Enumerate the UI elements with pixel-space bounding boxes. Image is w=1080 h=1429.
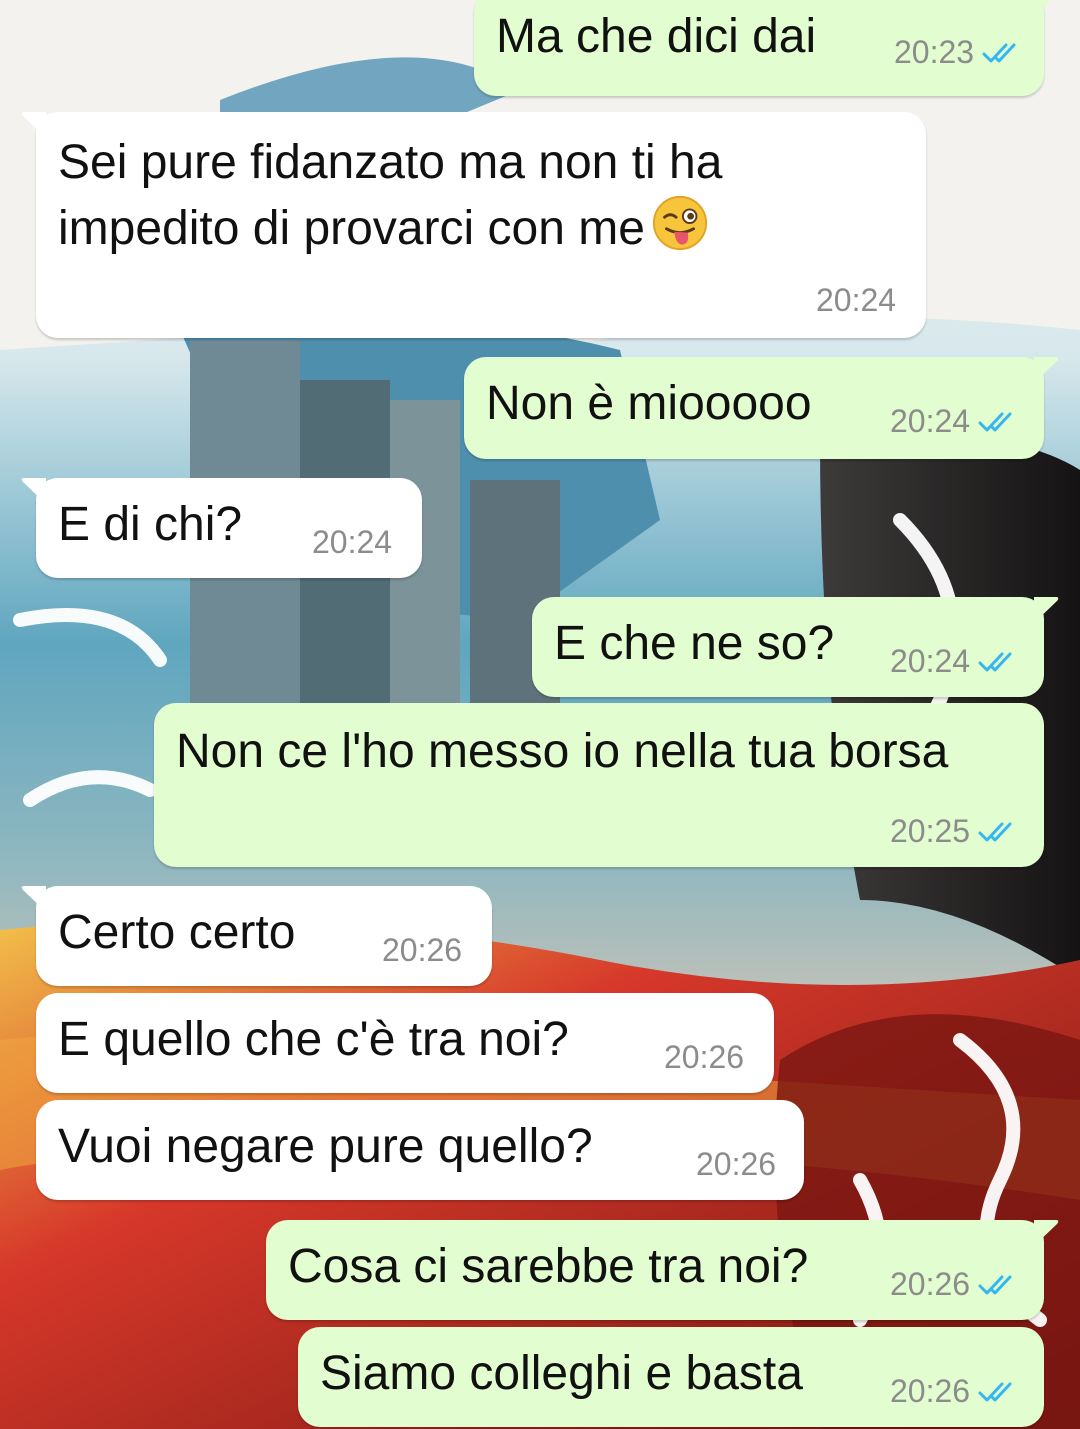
message-text: Ma che dici dai xyxy=(496,10,817,63)
message-text: Siamo colleghi e basta xyxy=(320,1347,803,1400)
read-ticks-icon xyxy=(982,43,1016,62)
outgoing-message-bubble[interactable]: Non ce l'ho messo io nella tua borsa 20:2… xyxy=(154,703,1044,867)
message-text: Certo certo xyxy=(58,906,296,959)
incoming-message-bubble[interactable]: E di chi? 20:24 xyxy=(21,478,422,578)
message-meta: 20:26 xyxy=(664,1039,744,1076)
message-timestamp: 20:24 xyxy=(890,403,971,439)
message-text: Non è miooooo xyxy=(486,377,812,430)
message-text: E di chi? xyxy=(58,498,243,551)
message-meta: 20:26 xyxy=(890,1373,1018,1410)
message-timestamp: 20:26 xyxy=(664,1039,745,1075)
message-meta: 20:25 xyxy=(890,813,1018,850)
message-text: Cosa ci sarebbe tra noi? xyxy=(288,1240,809,1293)
message-timestamp: 20:26 xyxy=(890,1266,971,1302)
message-meta: 20:24 xyxy=(890,643,1018,680)
message-timestamp: 20:24 xyxy=(816,282,897,318)
read-ticks-icon xyxy=(978,1275,1012,1294)
incoming-message-bubble[interactable]: Vuoi negare pure quello? 20:26 xyxy=(36,1100,804,1200)
message-timestamp: 20:24 xyxy=(890,643,971,679)
message-timestamp: 20:25 xyxy=(890,813,971,849)
incoming-message-bubble[interactable]: Sei pure fidanzato ma non ti ha impedito … xyxy=(21,112,926,338)
read-ticks-icon xyxy=(978,652,1012,671)
message-meta: 20:24 xyxy=(816,282,896,319)
outgoing-message-bubble[interactable]: Ma che dici dai 20:23 xyxy=(474,0,1051,96)
message-text: E quello che c'è tra noi? xyxy=(58,1013,569,1066)
message-text: impedito di provarci con me xyxy=(58,194,709,260)
message-meta: 20:24 xyxy=(312,524,392,561)
incoming-message-bubble[interactable]: Certo certo 20:26 xyxy=(21,886,492,986)
read-ticks-icon xyxy=(978,822,1012,841)
message-meta: 20:26 xyxy=(890,1266,1018,1303)
message-text: E che ne so? xyxy=(554,617,835,670)
winking-face-with-tongue-emoji xyxy=(652,195,707,251)
message-text: Sei pure fidanzato ma non ti ha xyxy=(58,136,723,189)
outgoing-message-bubble[interactable]: Cosa ci sarebbe tra noi? 20:26 xyxy=(266,1220,1059,1320)
message-text: Non ce l'ho messo io nella tua borsa xyxy=(176,725,949,778)
message-timestamp: 20:23 xyxy=(894,34,975,70)
outgoing-message-bubble[interactable]: Non è miooooo 20:24 xyxy=(464,357,1059,459)
outgoing-message-bubble[interactable]: E che ne so? 20:24 xyxy=(532,597,1059,697)
message-meta: 20:24 xyxy=(890,403,1018,440)
incoming-message-bubble[interactable]: E quello che c'è tra noi? 20:26 xyxy=(36,993,774,1093)
message-meta: 20:23 xyxy=(894,34,1022,71)
read-ticks-icon xyxy=(978,1382,1012,1401)
outgoing-message-bubble[interactable]: Siamo colleghi e basta 20:26 xyxy=(298,1327,1044,1427)
message-timestamp: 20:26 xyxy=(382,932,463,968)
message-meta: 20:26 xyxy=(696,1146,776,1183)
read-ticks-icon xyxy=(978,412,1012,431)
message-text: Vuoi negare pure quello? xyxy=(58,1120,593,1173)
message-timestamp: 20:26 xyxy=(696,1146,777,1182)
message-timestamp: 20:24 xyxy=(312,524,393,560)
message-timestamp: 20:26 xyxy=(890,1373,971,1409)
message-meta: 20:26 xyxy=(382,932,462,969)
